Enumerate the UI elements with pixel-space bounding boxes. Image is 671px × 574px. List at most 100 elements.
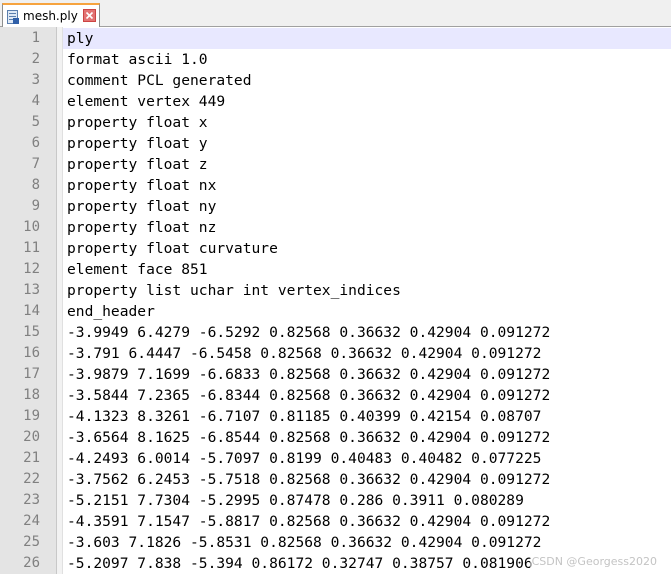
code-line-content[interactable]: -3.5844 7.2365 -6.8344 0.82568 0.36632 0… xyxy=(63,385,671,406)
code-line[interactable]: 11 property float curvature xyxy=(0,238,671,259)
code-line-content[interactable]: property float x xyxy=(63,112,671,133)
tab-mesh-ply[interactable]: mesh.ply xyxy=(2,3,100,27)
code-line-content[interactable]: property float nx xyxy=(63,175,671,196)
code-text: property float ny xyxy=(67,198,217,215)
code-text: -3.603 7.1826 -5.8531 0.82568 0.36632 0.… xyxy=(67,534,542,551)
code-line-content[interactable]: property float nz xyxy=(63,217,671,238)
code-line[interactable]: 16 -3.791 6.4447 -6.5458 0.82568 0.36632 … xyxy=(0,343,671,364)
code-line-content[interactable]: property float ny xyxy=(63,196,671,217)
code-line-content[interactable]: -3.603 7.1826 -5.8531 0.82568 0.36632 0.… xyxy=(63,532,671,553)
code-text: -3.9879 7.1699 -6.6833 0.82568 0.36632 0… xyxy=(67,366,551,383)
line-number: 22 xyxy=(23,471,40,487)
line-number: 2 xyxy=(31,51,40,67)
line-number: 21 xyxy=(23,450,40,466)
code-line[interactable]: 9 property float ny xyxy=(0,196,671,217)
code-line-content[interactable]: element vertex 449 xyxy=(63,91,671,112)
line-number: 7 xyxy=(31,156,40,172)
code-text: ply xyxy=(67,30,94,47)
line-number: 13 xyxy=(23,282,40,298)
code-line[interactable]: 20 -3.6564 8.1625 -6.8544 0.82568 0.36632… xyxy=(0,427,671,448)
code-line-content[interactable]: -3.7562 6.2453 -5.7518 0.82568 0.36632 0… xyxy=(63,469,671,490)
line-number: 12 xyxy=(23,261,40,277)
code-line-content[interactable]: property float curvature xyxy=(63,238,671,259)
code-text: element vertex 449 xyxy=(67,93,226,110)
code-text: property float x xyxy=(67,114,208,131)
code-line[interactable]: 4 element vertex 449 xyxy=(0,91,671,112)
code-line-content[interactable]: format ascii 1.0 xyxy=(63,49,671,70)
code-line[interactable]: 21 -4.2493 6.0014 -5.7097 0.8199 0.40483 … xyxy=(0,448,671,469)
code-line-content[interactable]: -3.791 6.4447 -6.5458 0.82568 0.36632 0.… xyxy=(63,343,671,364)
close-icon[interactable] xyxy=(83,9,96,22)
code-line[interactable]: 12 element face 851 xyxy=(0,259,671,280)
code-text: property float z xyxy=(67,156,208,173)
line-number: 4 xyxy=(31,93,40,109)
code-text: -3.791 6.4447 -6.5458 0.82568 0.36632 0.… xyxy=(67,345,542,362)
code-line[interactable]: 14 end_header xyxy=(0,301,671,322)
code-line-content[interactable]: -4.2493 6.0014 -5.7097 0.8199 0.40483 0.… xyxy=(63,448,671,469)
line-number: 26 xyxy=(23,555,40,571)
code-line-content[interactable]: property float z xyxy=(63,154,671,175)
code-line-content[interactable]: element face 851 xyxy=(63,259,671,280)
line-number: 15 xyxy=(23,324,40,340)
code-line[interactable]: 6 property float y xyxy=(0,133,671,154)
code-text: -4.2493 6.0014 -5.7097 0.8199 0.40483 0.… xyxy=(67,450,542,467)
code-text: -5.2151 7.7304 -5.2995 0.87478 0.286 0.3… xyxy=(67,492,524,509)
line-number: 17 xyxy=(23,366,40,382)
code-text: -3.7562 6.2453 -5.7518 0.82568 0.36632 0… xyxy=(67,471,551,488)
code-line[interactable]: 5 property float x xyxy=(0,112,671,133)
line-number: 25 xyxy=(23,534,40,550)
line-number: 9 xyxy=(31,198,40,214)
code-line[interactable]: 2 format ascii 1.0 xyxy=(0,49,671,70)
line-number: 3 xyxy=(31,72,40,88)
editor-window: mesh.ply 1 ply 2 format ascii 1.0 3 comment P… xyxy=(0,0,671,574)
code-line-content[interactable]: -3.9949 6.4279 -6.5292 0.82568 0.36632 0… xyxy=(63,322,671,343)
code-line-content[interactable]: property list uchar int vertex_indices xyxy=(63,280,671,301)
code-text: comment PCL generated xyxy=(67,72,252,89)
code-line-content[interactable]: -4.3591 7.1547 -5.8817 0.82568 0.36632 0… xyxy=(63,511,671,532)
code-line[interactable]: 19 -4.1323 8.3261 -6.7107 0.81185 0.40399… xyxy=(0,406,671,427)
code-line[interactable]: 15 -3.9949 6.4279 -6.5292 0.82568 0.36632… xyxy=(0,322,671,343)
code-line-content[interactable]: property float y xyxy=(63,133,671,154)
code-text: property float nx xyxy=(67,177,217,194)
code-line[interactable]: 13 property list uchar int vertex_indices xyxy=(0,280,671,301)
code-line-content[interactable]: end_header xyxy=(63,301,671,322)
code-text: property list uchar int vertex_indices xyxy=(67,282,401,299)
code-line[interactable]: 8 property float nx xyxy=(0,175,671,196)
watermark: CSDN @Georgess2020 xyxy=(529,555,659,568)
code-line[interactable]: 23 -5.2151 7.7304 -5.2995 0.87478 0.286 0… xyxy=(0,490,671,511)
code-line[interactable]: 24 -4.3591 7.1547 -5.8817 0.82568 0.36632… xyxy=(0,511,671,532)
code-line-content[interactable]: -3.6564 8.1625 -6.8544 0.82568 0.36632 0… xyxy=(63,427,671,448)
code-text: -3.5844 7.2365 -6.8344 0.82568 0.36632 0… xyxy=(67,387,551,404)
code-line[interactable]: 3 comment PCL generated xyxy=(0,70,671,91)
code-line[interactable]: 18 -3.5844 7.2365 -6.8344 0.82568 0.36632… xyxy=(0,385,671,406)
code-line[interactable]: 25 -3.603 7.1826 -5.8531 0.82568 0.36632 … xyxy=(0,532,671,553)
code-text: -5.2097 7.838 -5.394 0.86172 0.32747 0.3… xyxy=(67,555,533,572)
line-number: 5 xyxy=(31,114,40,130)
code-line[interactable]: 10 property float nz xyxy=(0,217,671,238)
code-line-content[interactable]: -3.9879 7.1699 -6.6833 0.82568 0.36632 0… xyxy=(63,364,671,385)
code-text: element face 851 xyxy=(67,261,208,278)
text-editor[interactable]: 1 ply 2 format ascii 1.0 3 comment PCL genera… xyxy=(0,27,671,574)
code-text: -3.9949 6.4279 -6.5292 0.82568 0.36632 0… xyxy=(67,324,551,341)
line-number: 10 xyxy=(23,219,40,235)
line-number: 8 xyxy=(31,177,40,193)
code-text: format ascii 1.0 xyxy=(67,51,208,68)
code-line-content[interactable]: comment PCL generated xyxy=(63,70,671,91)
line-number: 11 xyxy=(23,240,40,256)
code-text: property float curvature xyxy=(67,240,278,257)
code-line[interactable]: 7 property float z xyxy=(0,154,671,175)
code-line-content[interactable]: -4.1323 8.3261 -6.7107 0.81185 0.40399 0… xyxy=(63,406,671,427)
file-icon xyxy=(6,9,20,24)
tab-bar: mesh.ply xyxy=(0,0,671,27)
code-line[interactable]: 22 -3.7562 6.2453 -5.7518 0.82568 0.36632… xyxy=(0,469,671,490)
code-line[interactable]: 17 -3.9879 7.1699 -6.6833 0.82568 0.36632… xyxy=(0,364,671,385)
code-line-content[interactable]: -5.2151 7.7304 -5.2995 0.87478 0.286 0.3… xyxy=(63,490,671,511)
code-line[interactable]: 1 ply xyxy=(0,28,671,49)
code-text: property float y xyxy=(67,135,208,152)
code-text: property float nz xyxy=(67,219,217,236)
code-text: end_header xyxy=(67,303,155,320)
code-text: -4.3591 7.1547 -5.8817 0.82568 0.36632 0… xyxy=(67,513,551,530)
code-line-content[interactable]: ply xyxy=(63,28,671,49)
line-number: 19 xyxy=(23,408,40,424)
code-text: -3.6564 8.1625 -6.8544 0.82568 0.36632 0… xyxy=(67,429,551,446)
